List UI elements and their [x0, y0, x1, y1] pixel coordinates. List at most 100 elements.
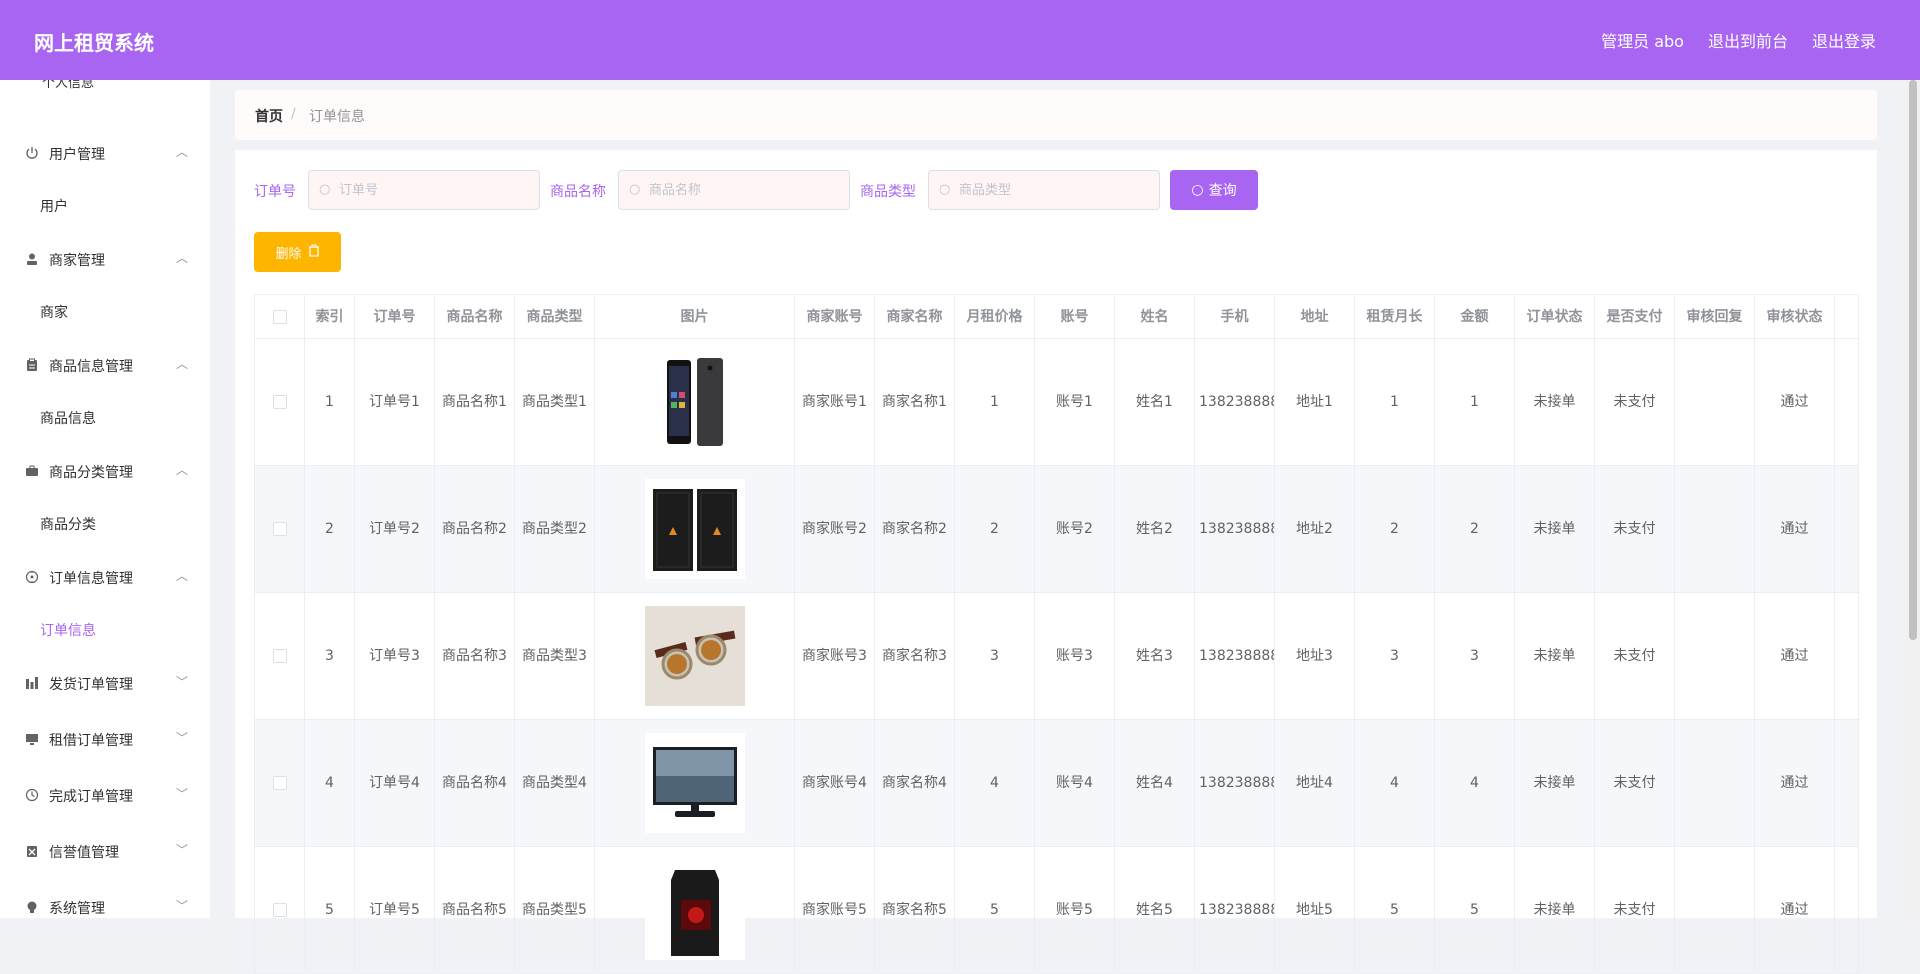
table-row[interactable]: 3 订单号3 商品名称3 商品类型3 商家账号3 商家名称3 3 账号3 姓名3 13823888… — [254, 592, 1859, 720]
cell-person: 姓名2 — [1114, 465, 1195, 593]
cell-type: 商品类型4 — [514, 719, 595, 847]
column-header[interactable]: 是否支付 — [1594, 294, 1675, 339]
table-row[interactable]: 2 订单号2 商品名称2 商品类型2 商家账号2 商家名称2 2 账号2 姓名2 13823888… — [254, 465, 1859, 593]
sidebar-group-shipping-orders[interactable]: 发货订单管理 ﹀ — [0, 660, 210, 706]
speaker-image[interactable] — [599, 479, 790, 579]
search-icon: ○ — [629, 182, 641, 197]
cell-person: 姓名1 — [1114, 338, 1195, 466]
breadcrumb-home[interactable]: 首页 — [255, 106, 283, 126]
column-header[interactable]: 订单状态 — [1514, 294, 1595, 339]
box-icon — [24, 843, 40, 859]
column-header[interactable]: 审核状态 — [1754, 294, 1835, 339]
exit-to-front-link[interactable]: 退出到前台 — [1708, 28, 1788, 52]
row-spacer-cell — [1834, 338, 1859, 466]
image-cell — [594, 719, 795, 847]
cell-name: 商品名称1 — [434, 338, 515, 466]
row-select-cell — [254, 592, 305, 720]
monitor-icon — [24, 731, 40, 747]
breadcrumb: 首页 / 订单信息 — [235, 90, 1877, 140]
query-button[interactable]: ○ 查询 — [1170, 170, 1258, 210]
cell-amount: 5 — [1434, 846, 1515, 974]
row-select-cell — [254, 338, 305, 466]
sidebar-group-product-info[interactable]: 商品信息管理 ︿ — [0, 342, 210, 388]
column-header[interactable]: 商品名称 — [434, 294, 515, 339]
sidebar-group-system[interactable]: 系统管理 ﹀ — [0, 884, 210, 918]
column-header[interactable]: 金额 — [1434, 294, 1515, 339]
sidebar-group-label: 租借订单管理 — [49, 733, 133, 749]
column-header[interactable]: 图片 — [594, 294, 795, 339]
sidebar-group-label: 信誉值管理 — [49, 845, 119, 861]
product-name-field[interactable]: ○ — [618, 170, 850, 210]
header-nav: 管理员 abo 退出到前台 退出登录 — [1601, 28, 1876, 52]
chevron-up-icon: ︿ — [176, 463, 189, 477]
table-row[interactable]: 1 订单号1 商品名称1 商品类型1 商家账号1 商家名称1 1 账号1 姓名1 13823888… — [254, 338, 1859, 466]
column-header[interactable]: 商品类型 — [514, 294, 595, 339]
column-header[interactable]: 订单号 — [354, 294, 435, 339]
row-checkbox[interactable] — [272, 649, 287, 663]
sidebar-item-label: 商品信息 — [40, 411, 96, 427]
sidebar-group-product-category[interactable]: 商品分类管理 ︿ — [0, 448, 210, 494]
cell-addr: 地址2 — [1274, 465, 1355, 593]
product-name-input[interactable] — [649, 180, 839, 200]
row-select-cell — [254, 465, 305, 593]
sidebar-group-credit[interactable]: 信誉值管理 ﹀ — [0, 828, 210, 874]
sidebar-group-rental-orders[interactable]: 租借订单管理 ﹀ — [0, 716, 210, 762]
query-button-label: 查询 — [1208, 183, 1237, 199]
cell-status: 未接单 — [1514, 338, 1595, 466]
delete-button-label: 删除 — [275, 246, 302, 262]
delete-button[interactable]: 删除 — [254, 232, 341, 272]
sidebar-group-completed-orders[interactable]: 完成订单管理 ﹀ — [0, 772, 210, 818]
sidebar-item-order-info[interactable]: 订单信息 — [0, 606, 210, 652]
sidebar-item-user[interactable]: 用户 — [0, 182, 210, 228]
watch-image[interactable] — [599, 606, 790, 706]
product-name-label: 商品名称 — [550, 184, 606, 200]
sidebar-item-merchant[interactable]: 商家 — [0, 288, 210, 334]
logout-link[interactable]: 退出登录 — [1812, 28, 1876, 52]
sidebar-item-product-info[interactable]: 商品信息 — [0, 394, 210, 440]
order-number-input[interactable] — [339, 180, 529, 200]
cell-audit: 通过 — [1754, 592, 1835, 720]
sidebar-group-merchants[interactable]: 商家管理 ︿ — [0, 236, 210, 282]
product-type-field[interactable]: ○ — [928, 170, 1160, 210]
column-header[interactable]: 月租价格 — [954, 294, 1035, 339]
row-checkbox[interactable] — [272, 522, 287, 536]
pc-case-image[interactable] — [599, 860, 790, 960]
column-header[interactable]: 商家名称 — [874, 294, 955, 339]
cell-mer_acct: 商家账号4 — [794, 719, 875, 847]
sidebar-group-order-info[interactable]: 订单信息管理 ︿ — [0, 554, 210, 600]
chevron-down-icon: ﹀ — [176, 787, 189, 801]
row-checkbox[interactable] — [272, 395, 287, 409]
cell-person: 姓名4 — [1114, 719, 1195, 847]
sidebar-group-users[interactable]: 用户管理 ︿ — [0, 130, 210, 176]
column-header[interactable]: 商家账号 — [794, 294, 875, 339]
row-checkbox[interactable] — [272, 903, 287, 917]
column-header[interactable]: 地址 — [1274, 294, 1355, 339]
select-all-checkbox[interactable] — [272, 309, 287, 324]
cell-type: 商品类型2 — [514, 465, 595, 593]
column-header[interactable]: 账号 — [1034, 294, 1115, 339]
sidebar-item-profile-cut[interactable]: 个人信息 — [42, 80, 94, 91]
admin-user-label[interactable]: 管理员 abo — [1601, 28, 1684, 52]
image-cell — [594, 846, 795, 974]
column-header[interactable]: 姓名 — [1114, 294, 1195, 339]
row-checkbox[interactable] — [272, 776, 287, 790]
monitor-image[interactable] — [599, 733, 790, 833]
app-title: 网上租贸系统 — [34, 31, 154, 55]
phone-image[interactable] — [599, 352, 790, 452]
sidebar-item-label: 商家 — [40, 305, 68, 321]
column-header[interactable]: 审核回复 — [1674, 294, 1755, 339]
order-number-field[interactable]: ○ — [308, 170, 540, 210]
row-spacer-cell — [1834, 846, 1859, 974]
page-scrollbar[interactable] — [1906, 80, 1920, 918]
cell-name: 商品名称2 — [434, 465, 515, 593]
column-header[interactable]: 租赁月长 — [1354, 294, 1435, 339]
column-header-spacer — [1834, 294, 1859, 339]
sidebar-item-product-category[interactable]: 商品分类 — [0, 500, 210, 546]
table-row[interactable]: 5 订单号5 商品名称5 商品类型5 商家账号5 商家名称5 5 账号5 姓名5 13823888… — [254, 846, 1859, 974]
row-select-cell — [254, 846, 305, 974]
scrollbar-thumb[interactable] — [1909, 80, 1917, 640]
product-type-input[interactable] — [959, 180, 1149, 200]
column-header[interactable]: 索引 — [304, 294, 355, 339]
column-header[interactable]: 手机 — [1194, 294, 1275, 339]
table-row[interactable]: 4 订单号4 商品名称4 商品类型4 商家账号4 商家名称4 4 账号4 姓名4 13823888… — [254, 719, 1859, 847]
